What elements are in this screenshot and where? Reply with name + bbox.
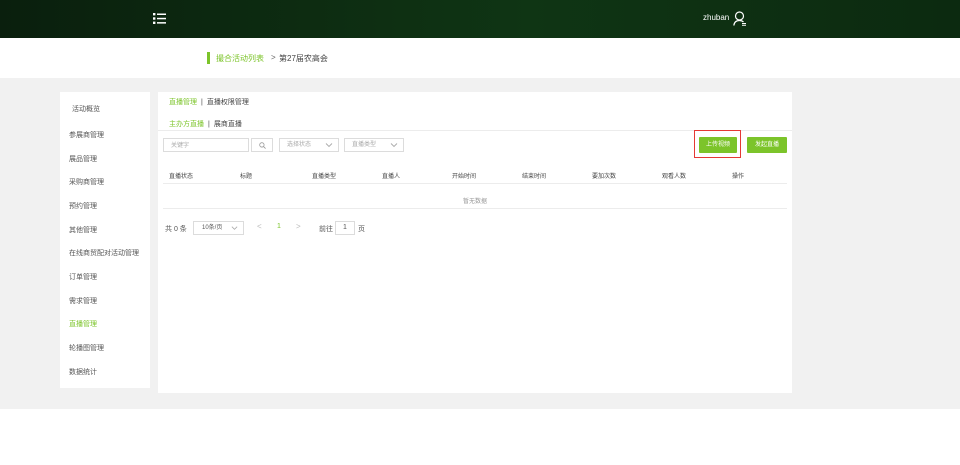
tab-live-permissions[interactable]: 直播权限管理	[207, 99, 249, 106]
pagination-total: 共 0 条	[165, 226, 187, 233]
sidebar-item-products[interactable]: 展品管理	[69, 154, 97, 164]
breadcrumb-separator: >	[271, 53, 276, 62]
column-header-count: 要加次数	[592, 174, 617, 180]
search-button[interactable]	[251, 138, 273, 152]
next-page-button[interactable]: >	[296, 222, 301, 231]
tab-separator: |	[208, 121, 210, 128]
sidebar-item-orders[interactable]: 订单管理	[69, 272, 97, 282]
table-empty-text: 暂无数据	[462, 199, 487, 205]
goto-unit-label: 页	[358, 226, 365, 233]
column-header-title: 标题	[240, 174, 253, 180]
tab-live-management[interactable]: 直播管理	[169, 99, 197, 106]
page-size-select[interactable]: 10条/页	[193, 221, 244, 235]
prev-page-button[interactable]: <	[257, 222, 262, 231]
breadcrumb-bar	[0, 38, 960, 78]
column-header-status: 直播状态	[169, 174, 194, 180]
sidebar-item-exhibitors[interactable]: 参展商管理	[69, 130, 104, 140]
breadcrumb-parent-link[interactable]: 撮合活动列表	[216, 53, 264, 64]
table-header-divider	[163, 183, 787, 184]
sidebar-item-buyers[interactable]: 采购商管理	[69, 177, 104, 187]
search-icon	[259, 142, 266, 149]
top-navbar: zhuban	[0, 0, 960, 38]
tab-exhibitor-live[interactable]: 展商直播	[214, 121, 242, 128]
sidebar-item-demands[interactable]: 需求管理	[69, 296, 97, 306]
column-header-actions: 操作	[732, 174, 745, 180]
column-header-viewers: 观看人数	[662, 174, 687, 180]
goto-page-input[interactable]: 1	[335, 221, 355, 235]
chevron-down-icon	[390, 143, 398, 148]
sidebar: 活动概览 参展商管理 展品管理 采购商管理 预约管理 其他管理 在线商贸配对活动…	[60, 92, 150, 388]
live-type-select-placeholder: 直播类型	[352, 142, 377, 148]
tab-separator: |	[201, 99, 203, 106]
live-type-select[interactable]: 直播类型	[344, 138, 404, 152]
keyword-input[interactable]: 关键字	[163, 138, 249, 152]
sidebar-item-live[interactable]: 直播管理	[69, 319, 97, 329]
column-header-host: 直播人	[382, 174, 401, 180]
tab-organizer-live[interactable]: 主办方直播	[169, 121, 204, 128]
status-select-placeholder: 选择状态	[287, 142, 312, 148]
list-icon[interactable]	[153, 12, 166, 25]
column-header-type: 直播类型	[312, 174, 337, 180]
sidebar-item-statistics[interactable]: 数据统计	[69, 367, 97, 377]
column-header-start-time: 开始时间	[452, 174, 477, 180]
chevron-down-icon	[325, 143, 333, 148]
primary-tabs: 直播管理 | 直播权限管理	[169, 97, 249, 107]
sidebar-item-appointments[interactable]: 预约管理	[69, 201, 97, 211]
table-bottom-divider	[163, 208, 787, 209]
status-select[interactable]: 选择状态	[279, 138, 339, 152]
start-live-button[interactable]: 发起直播	[747, 137, 787, 153]
main-panel: 直播管理 | 直播权限管理 主办方直播 | 展商直播 关键字 选择状态 直播类型 上传视…	[158, 92, 792, 393]
sidebar-item-overview[interactable]: 活动概览	[72, 104, 100, 114]
upload-video-button[interactable]: 上传视频	[699, 137, 737, 153]
page-number[interactable]: 1	[277, 223, 281, 230]
chevron-down-icon	[231, 226, 238, 230]
column-header-end-time: 结束时间	[522, 174, 547, 180]
goto-label: 前往	[319, 226, 333, 233]
username[interactable]: zhuban	[703, 13, 729, 22]
user-icon[interactable]	[733, 11, 747, 26]
secondary-tabs: 主办方直播 | 展商直播	[169, 119, 242, 129]
page-size-value: 10条/页	[202, 225, 223, 231]
sidebar-item-carousel[interactable]: 轮播图管理	[69, 343, 104, 353]
breadcrumb-current: 第27届农高会	[279, 54, 328, 63]
sidebar-item-other[interactable]: 其他管理	[69, 225, 97, 235]
breadcrumb-accent	[207, 52, 210, 64]
sidebar-item-matchmaking[interactable]: 在线商贸配对活动管理	[69, 248, 139, 258]
